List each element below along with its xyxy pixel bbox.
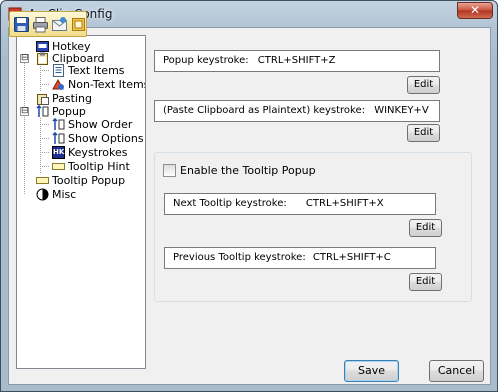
tree-line (40, 118, 41, 173)
next-tooltip-value: CTRL+SHIFT+X (305, 198, 384, 209)
tree-line (40, 138, 49, 139)
tooltip-popup-icon (36, 174, 49, 187)
tree-line (40, 152, 49, 153)
next-tooltip-label: Next Tooltip keystroke: (173, 198, 287, 209)
plaintext-keystroke-label: (Paste Clipboard as Plaintext) keystroke… (163, 105, 366, 116)
popup-keystroke-value: CTRL+SHIFT+Z (257, 55, 336, 66)
print-icon[interactable] (32, 16, 49, 33)
save-icon[interactable] (13, 16, 30, 33)
next-tooltip-field: Next Tooltip keystroke: CTRL+SHIFT+X (164, 193, 436, 215)
tree-line (40, 124, 49, 125)
pasting-icon (36, 92, 49, 105)
misc-icon (36, 188, 49, 201)
config-panel: Hotkey ⊟ Clipboard Text Items Non-Text I… (8, 27, 491, 385)
popup-keystroke-field: Popup keystroke: CTRL+SHIFT+Z (154, 50, 440, 72)
clipboard-icon (36, 52, 49, 65)
previous-tooltip-value: CTRL+SHIFT+C (312, 252, 391, 263)
edit-plaintext-keystroke-button[interactable]: Edit (407, 124, 440, 142)
export-icon[interactable] (70, 16, 87, 33)
previous-tooltip-label: Previous Tooltip keystroke: (173, 252, 306, 263)
text-items-icon (52, 64, 65, 77)
plaintext-keystroke-value: WINKEY+V (374, 105, 429, 116)
tooltip-icon (52, 160, 65, 173)
popup-keystroke-label: Popup keystroke: (163, 55, 249, 66)
sort-icon (52, 131, 65, 145)
close-button[interactable]: ✕ (457, 2, 493, 19)
plaintext-keystroke-field: (Paste Clipboard as Plaintext) keystroke… (154, 100, 440, 122)
previous-tooltip-field: Previous Tooltip keystroke: CTRL+SHIFT+C (164, 247, 436, 269)
save-button[interactable]: Save (344, 360, 399, 382)
tree-line (24, 56, 25, 194)
email-icon[interactable] (51, 16, 68, 33)
quick-access-toolbar (9, 11, 87, 37)
tree-line (40, 70, 49, 71)
settings-tree[interactable]: Hotkey ⊟ Clipboard Text Items Non-Text I… (16, 35, 146, 369)
edit-next-tooltip-button[interactable]: Edit (409, 219, 442, 237)
enable-tooltip-label[interactable]: Enable the Tooltip Popup (180, 164, 316, 177)
edit-popup-keystroke-button[interactable]: Edit (407, 76, 440, 94)
sort-icon (52, 117, 65, 131)
collapse-clipboard-icon[interactable]: ⊟ (20, 54, 29, 63)
edit-previous-tooltip-button[interactable]: Edit (409, 273, 442, 291)
enable-tooltip-checkbox[interactable] (163, 164, 176, 177)
non-text-items-icon (52, 78, 65, 91)
app-window: ArcClip Config ✕ (0, 0, 498, 392)
close-icon: ✕ (469, 3, 481, 17)
cancel-button[interactable]: Cancel (429, 360, 484, 382)
tree-line (40, 63, 41, 91)
tree-line (40, 84, 49, 85)
keyboard-icon: HK (52, 146, 65, 159)
tree-line (40, 166, 49, 167)
popup-icon (36, 104, 49, 118)
tooltip-settings-group: Enable the Tooltip Popup Next Tooltip ke… (154, 152, 472, 302)
collapse-popup-icon[interactable]: ⊟ (20, 107, 29, 116)
